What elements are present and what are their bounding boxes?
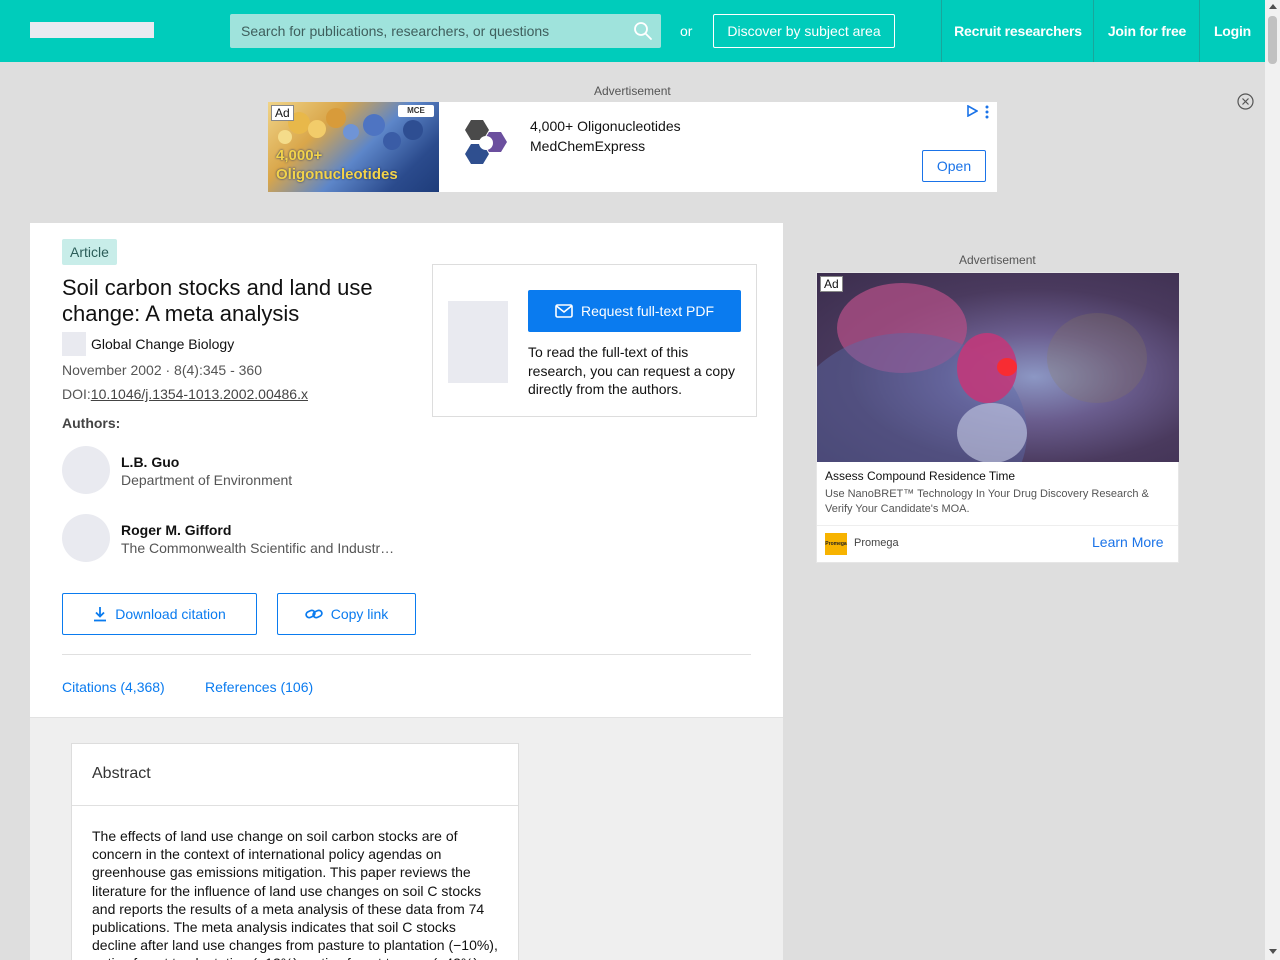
download-citation-button[interactable]: Download citation <box>62 593 257 635</box>
pdf-thumbnail <box>448 301 508 383</box>
copy-link-label: Copy link <box>330 606 389 622</box>
advertiser-name: Promega <box>854 537 899 549</box>
author-item[interactable]: Roger M. Gifford The Commonwealth Scient… <box>62 514 402 562</box>
journal-thumbnail[interactable] <box>62 332 86 356</box>
top-ad-open-button[interactable]: Open <box>922 150 986 182</box>
journal-name[interactable]: Global Change Biology <box>91 336 234 352</box>
avatar[interactable] <box>62 446 110 494</box>
side-ad-description: Use NanoBRET™ Technology In Your Drug Di… <box>825 488 1149 515</box>
top-ad-image-text-line2: Oligonucleotides <box>276 166 398 183</box>
ad-badge: Ad <box>271 105 294 121</box>
nav-login[interactable]: Login <box>1199 0 1265 62</box>
avatar[interactable] <box>62 514 110 562</box>
or-separator: or <box>680 23 693 39</box>
discover-by-subject-button[interactable]: Discover by subject area <box>713 14 895 48</box>
top-ad-image-text: 4,000+ Oligonucleotides <box>276 146 398 184</box>
promega-logo: Promega <box>825 533 847 555</box>
author-affiliation: The Commonwealth Scientific and Industri… <box>121 540 396 556</box>
author-name[interactable]: L.B. Guo <box>121 454 179 470</box>
medchemexpress-logo-icon <box>465 120 507 164</box>
tab-references[interactable]: References (106) <box>205 679 313 695</box>
article-header-card: Article Soil carbon stocks and land use … <box>30 223 783 717</box>
top-banner-ad[interactable]: Ad MCE 4,000+ Oligonucleotides 4,000+ Ol… <box>268 102 997 192</box>
top-advertisement-label: Advertisement <box>594 84 671 98</box>
nav-join-for-free[interactable]: Join for free <box>1093 0 1200 62</box>
search-box[interactable] <box>230 14 661 48</box>
scroll-thumb[interactable] <box>1268 16 1277 64</box>
doi-prefix: DOI: <box>62 386 91 402</box>
side-ad-separator <box>817 525 1178 526</box>
side-ad-title[interactable]: Assess Compound Residence Time <box>825 469 1015 483</box>
doi-link[interactable]: 10.1046/j.1354-1013.2002.00486.x <box>91 386 308 402</box>
abstract-text: The effects of land use change on soil c… <box>92 828 498 960</box>
copy-link-button[interactable]: Copy link <box>277 593 416 635</box>
publication-info: November 2002 · 8(4):345 - 360 <box>62 362 262 378</box>
authors-label: Authors: <box>62 415 121 431</box>
download-citation-label: Download citation <box>115 606 226 622</box>
page-scrollbar[interactable] <box>1265 0 1280 960</box>
search-icon[interactable] <box>633 21 653 41</box>
top-navigation-bar: or Discover by subject area Recruit rese… <box>0 0 1265 62</box>
side-ad[interactable]: Ad Assess Compound Residence Time Use Na… <box>816 272 1179 563</box>
abstract-section: Abstract The effects of land use change … <box>30 717 783 960</box>
author-name[interactable]: Roger M. Gifford <box>121 522 231 538</box>
author-affiliation: Department of Environment <box>121 472 293 488</box>
tab-citations[interactable]: Citations (4,368) <box>62 679 165 695</box>
link-icon <box>304 609 323 619</box>
top-ad-image-text-line1: 4,000+ <box>276 147 323 164</box>
top-ad-brand[interactable]: MedChemExpress <box>530 138 645 154</box>
article-title: Soil carbon stocks and land use change: … <box>62 275 373 326</box>
ad-badge: Ad <box>820 276 843 292</box>
more-vert-icon[interactable] <box>984 105 990 119</box>
adchoices-icon[interactable] <box>966 105 978 117</box>
nav-recruit-researchers[interactable]: Recruit researchers <box>941 0 1094 62</box>
scroll-down-arrow-icon[interactable] <box>1269 949 1277 954</box>
tabs-divider <box>62 654 751 655</box>
request-full-text-label: Request full-text PDF <box>580 303 715 319</box>
close-icon[interactable] <box>1237 93 1254 110</box>
abstract-card: Abstract The effects of land use change … <box>71 743 519 960</box>
learn-more-button[interactable]: Learn More <box>1092 534 1164 550</box>
mail-icon <box>555 304 573 318</box>
download-icon <box>94 607 107 622</box>
article-type-tag: Article <box>62 239 117 265</box>
doi-line: DOI:10.1046/j.1354-1013.2002.00486.x <box>62 386 308 402</box>
top-ad-title[interactable]: 4,000+ Oligonucleotides <box>530 118 681 134</box>
author-item[interactable]: L.B. Guo Department of Environment <box>62 446 402 494</box>
site-logo[interactable] <box>30 22 154 38</box>
search-input[interactable] <box>230 14 625 48</box>
scroll-up-arrow-icon[interactable] <box>1269 4 1277 9</box>
side-ad-image[interactable]: Ad <box>817 273 1179 462</box>
side-advertisement-label: Advertisement <box>959 253 1036 267</box>
top-ad-image[interactable]: Ad MCE 4,000+ Oligonucleotides <box>268 102 439 192</box>
request-pdf-panel: Request full-text PDF To read the full-t… <box>432 264 757 417</box>
abstract-title: Abstract <box>92 765 151 782</box>
request-pdf-description: To read the full-text of this research, … <box>528 344 736 397</box>
mce-logo: MCE <box>398 105 434 117</box>
request-full-text-button[interactable]: Request full-text PDF <box>528 290 741 332</box>
abstract-divider <box>72 805 518 806</box>
